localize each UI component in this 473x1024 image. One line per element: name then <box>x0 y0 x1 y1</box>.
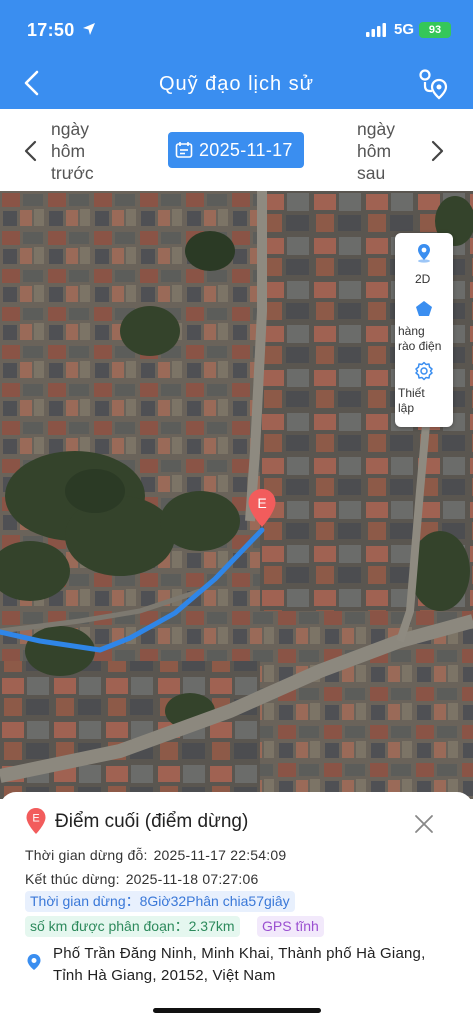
close-icon[interactable] <box>414 814 434 834</box>
stop-time-label: Thời gian dừng đỗ: <box>25 847 148 863</box>
home-indicator <box>153 1008 321 1013</box>
cellular-signal-icon <box>366 23 386 37</box>
next-day-button[interactable]: ngày hôm sau <box>357 118 395 184</box>
stop-address: Phố Trần Đăng Ninh, Minh Khai, Thành phố… <box>53 945 426 984</box>
page-title: Quỹ đạo lịch sử <box>158 73 315 95</box>
status-time: 17:50 <box>27 20 75 40</box>
stop-time-value: 2025-11-17 22:54:09 <box>153 847 287 863</box>
pin-letter: E <box>32 813 39 825</box>
segment-km-badge: số km được phân đoạn：2.37km <box>25 916 240 937</box>
previous-day-button[interactable]: ngày hôm trước <box>51 118 94 184</box>
chevron-right-icon[interactable] <box>428 139 446 163</box>
nav-bar: Quỹ đạo lịch sử <box>0 58 473 109</box>
map-pin-icon <box>418 244 430 263</box>
network-type: 5G <box>394 21 415 38</box>
stop-duration-badge: Thời gian dừng：8Giờ32Phân chia57giây <box>25 891 295 912</box>
geofence-label: hàng rào điện <box>398 324 442 353</box>
pentagon-fence-icon <box>416 301 432 316</box>
map-tool-panel: 2D hàng rào điện Thiết lập <box>395 233 453 427</box>
route-history-icon[interactable] <box>414 66 450 102</box>
stop-time-row: Thời gian dừng đỗ: 2025-11-17 22:54:09 <box>25 847 286 863</box>
end-point-marker[interactable]: E <box>247 488 277 528</box>
end-stop-row: Kết thúc dừng: 2025-11-18 07:27:06 <box>25 871 258 887</box>
settings-button[interactable]: Thiết lập <box>395 361 453 419</box>
end-marker-letter: E <box>257 495 266 511</box>
gear-icon <box>415 361 433 381</box>
location-arrow-icon <box>83 23 95 35</box>
end-stop-label: Kết thúc dừng: <box>25 871 120 887</box>
location-dot-icon <box>27 954 41 970</box>
battery-icon: 93 <box>419 22 451 38</box>
status-bar: 17:50 5G 93 <box>0 0 473 58</box>
stop-title: Điểm cuối (điểm dừng) <box>55 811 249 832</box>
app-header: 17:50 5G 93 Quỹ đạo lịch sử <box>0 0 473 109</box>
chevron-left-icon[interactable] <box>22 139 40 163</box>
date-picker-button[interactable]: 2025-11-17 <box>168 132 304 168</box>
gps-status-badge: GPS tĩnh <box>257 916 324 937</box>
stop-detail-sheet: E Điểm cuối (điểm dừng) Thời gian dừng đ… <box>0 792 473 1024</box>
selected-date: 2025-11-17 <box>199 140 293 160</box>
battery-level: 93 <box>428 24 442 36</box>
end-pin-icon: E <box>26 808 46 834</box>
end-stop-value: 2025-11-18 07:27:06 <box>125 871 259 887</box>
settings-label: Thiết lập <box>398 386 425 415</box>
calendar-icon <box>175 142 193 158</box>
map-mode-label: 2D <box>415 272 431 286</box>
map-mode-2d-button[interactable]: 2D <box>395 243 453 295</box>
geofence-button[interactable]: hàng rào điện <box>395 299 453 357</box>
date-selector: ngày hôm trước 2025-11-17 ngày hôm sau <box>0 109 473 191</box>
